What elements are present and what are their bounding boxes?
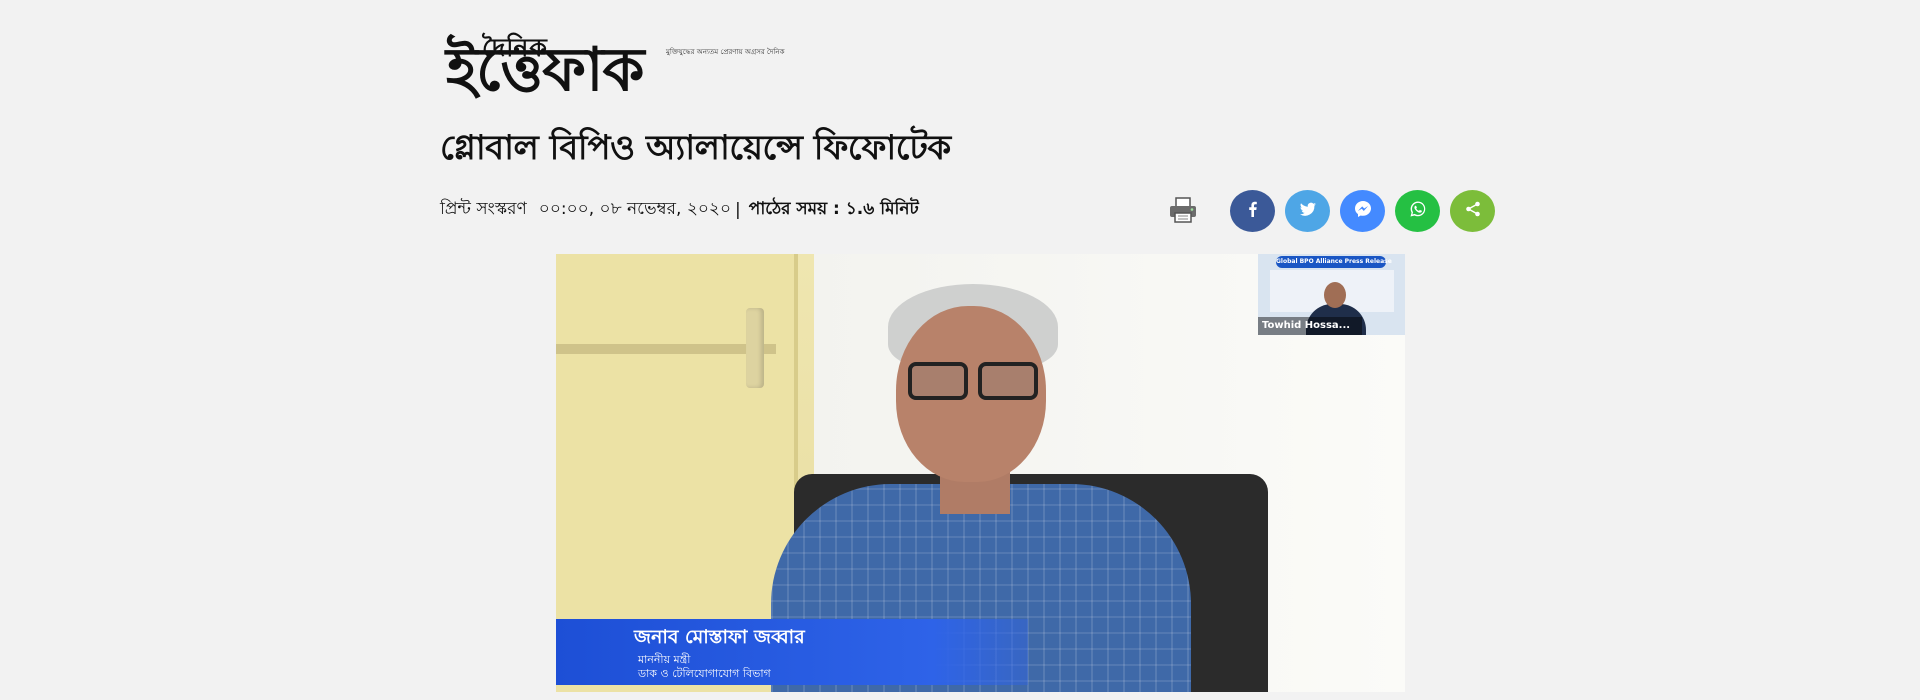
picture-in-picture: Global BPO Alliance Press Release Towhid…	[1258, 254, 1405, 335]
lower-third-caption: জনাব মোস্তাফা জব্বার মাননীয় মন্ত্রী ডাক…	[556, 619, 1028, 685]
edition-label: প্রিন্ট সংস্করণ	[440, 199, 527, 219]
twitter-share-button[interactable]	[1285, 190, 1330, 232]
facebook-share-button[interactable]	[1230, 190, 1275, 232]
article-meta: প্রিন্ট সংস্করণ ০০:০০, ০৮ নভেম্বর, ২০২০ …	[440, 198, 919, 222]
door-ledge	[556, 344, 776, 354]
speaker-department: ডাক ও টেলিযোগাযোগ বিভাগ	[638, 667, 771, 680]
facebook-icon	[1244, 200, 1262, 222]
general-share-button[interactable]	[1450, 190, 1495, 232]
logo-tagline: মুক্তিযুদ্ধের অন্যতম প্রেরণায় অগ্রসর দৈ…	[666, 48, 785, 56]
article-video[interactable]: জনাব মোস্তাফা জব্বার মাননীয় মন্ত্রী ডাক…	[556, 254, 1405, 692]
pip-person-head	[1324, 282, 1346, 308]
door-handle	[746, 308, 764, 388]
messenger-share-button[interactable]	[1340, 190, 1385, 232]
whatsapp-icon	[1409, 200, 1427, 222]
article-headline: গ্লোবাল বিপিও অ্যালায়েন্সে ফিফোটেক	[440, 128, 951, 168]
share-buttons	[1230, 190, 1495, 232]
logo-big-text: ইত্তেফাক	[446, 35, 644, 105]
meta-separator: |	[735, 200, 741, 220]
messenger-icon	[1354, 200, 1372, 222]
printer-icon[interactable]	[1168, 196, 1198, 224]
whatsapp-share-button[interactable]	[1395, 190, 1440, 232]
pip-participant-name: Towhid Hossa...	[1258, 317, 1362, 335]
article-container: দৈনিক ইত্তেফাক মুক্তিযুদ্ধের অন্যতম প্রে…	[440, 0, 1496, 700]
pip-banner: Global BPO Alliance Press Release	[1276, 256, 1392, 268]
twitter-icon	[1299, 200, 1317, 222]
masthead-logo[interactable]: দৈনিক ইত্তেফাক মুক্তিযুদ্ধের অন্যতম প্রে…	[440, 28, 785, 108]
read-time: পাঠের সময় : ১.৬ মিনিট	[748, 199, 919, 219]
share-icon	[1464, 200, 1482, 222]
publish-datetime: ০০:০০, ০৮ নভেম্বর, ২০২০	[538, 199, 732, 219]
speaker-glasses	[908, 362, 1038, 400]
